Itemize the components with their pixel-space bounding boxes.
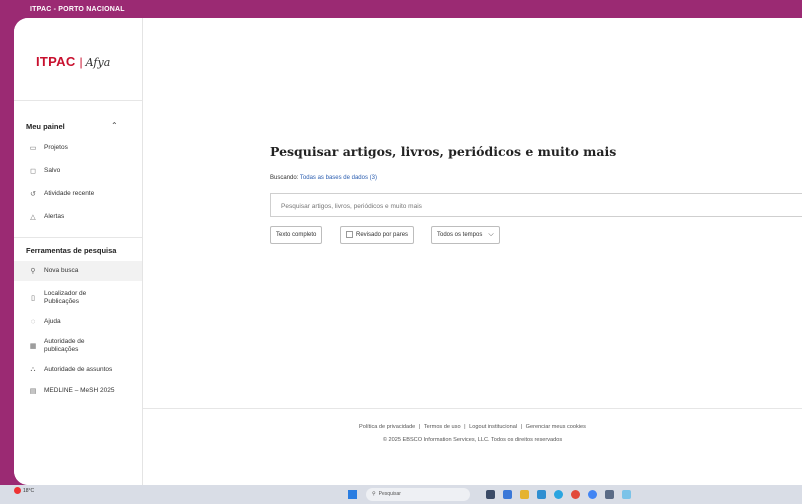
manage-cookies-link[interactable]: Gerenciar meus cookies <box>526 424 586 430</box>
sidebar-item-medline[interactable]: ▤ MEDLINE – MeSH 2025 <box>14 381 142 401</box>
chrome-icon[interactable] <box>588 490 597 499</box>
sidebar-divider <box>14 237 142 238</box>
institutional-logout-link[interactable]: Logout institucional <box>469 424 517 430</box>
app-window: ITPAC | Afya Meu painel ⌃ ▭ Projetos ◻ Sal… <box>14 18 802 485</box>
book-icon: ▤ <box>29 388 37 395</box>
checkbox-icon <box>346 230 353 238</box>
logo-brand: ITPAC <box>36 54 76 69</box>
sidebar-item-label: Localizador de Publicações <box>44 290 87 305</box>
full-text-filter-button[interactable]: Texto completo <box>270 226 323 244</box>
chevron-up-icon[interactable]: ⌃ <box>111 121 118 130</box>
scope-label: Buscando: <box>270 175 299 181</box>
document-icon: ▯ <box>31 295 35 302</box>
sidebar: ITPAC | Afya Meu painel ⌃ ▭ Projetos ◻ Sal… <box>14 18 143 485</box>
sidebar-item-atividade[interactable]: ↺ Atividade recente <box>14 184 142 204</box>
notes-icon[interactable] <box>605 490 614 499</box>
tools-title: Ferramentas de pesquisa <box>26 246 117 255</box>
search-input[interactable] <box>279 199 763 213</box>
search-icon: ⚲ <box>372 491 376 497</box>
search-box[interactable] <box>270 193 802 217</box>
taskbar-search[interactable]: ⚲ Pesquisar <box>366 488 470 501</box>
folder-icon: ◻ <box>30 168 36 175</box>
sidebar-item-label: Alertas <box>44 213 65 220</box>
terms-of-use-link[interactable]: Termos de uso <box>424 424 461 430</box>
history-icon: ↺ <box>30 191 36 198</box>
hierarchy-icon: ⛬ <box>30 366 36 373</box>
main-content: Pesquisar artigos, livros, periódicos e … <box>143 18 802 485</box>
grid-icon: ▦ <box>29 343 37 350</box>
window-caption-bar: ITPAC - PORTO NACIONAL <box>0 0 802 18</box>
taskbar-search-placeholder: Pesquisar <box>378 491 401 497</box>
sidebar-item-autoridade-assuntos[interactable]: ⛬ Autoridade de assuntos <box>14 360 142 380</box>
date-range-label: Todos os tempos <box>437 232 483 238</box>
footer-separator: | <box>418 424 421 430</box>
sidebar-item-label: Autoridade de assuntos <box>44 366 113 373</box>
sidebar-item-label: Salvo <box>44 167 61 174</box>
logo-partner: Afya <box>85 56 111 69</box>
window-caption: ITPAC - PORTO NACIONAL <box>30 6 125 13</box>
sidebar-item-nova-busca[interactable]: ⚲ Nova busca <box>14 261 142 281</box>
sidebar-item-label: MEDLINE – MeSH 2025 <box>44 387 115 394</box>
start-icon[interactable] <box>348 490 357 499</box>
bell-icon: △ <box>30 214 36 221</box>
sidebar-item-label: Ajuda <box>44 318 61 325</box>
folder-icon[interactable] <box>520 490 529 499</box>
peer-reviewed-filter-button[interactable]: Revisado por pares <box>340 226 415 244</box>
sidebar-item-label: Projetos <box>44 144 68 151</box>
date-range-dropdown[interactable]: Todos os tempos ⌵ <box>431 226 500 244</box>
sidebar-item-localizador[interactable]: ▯ Localizador de Publicações <box>14 286 142 310</box>
logo[interactable]: ITPAC | Afya <box>36 54 110 69</box>
weather-temp: 18°C <box>23 487 35 494</box>
edge-icon[interactable] <box>503 490 512 499</box>
taskbar: 18°C ⚲ Pesquisar <box>0 485 802 504</box>
sidebar-item-label: Nova busca <box>44 267 79 274</box>
search-scope: Buscando: Todas as bases de dados (3) <box>270 175 377 181</box>
app-icon[interactable] <box>622 490 631 499</box>
sidebar-item-salvo[interactable]: ◻ Salvo <box>14 161 142 181</box>
store-icon[interactable] <box>537 490 546 499</box>
footer-divider <box>143 408 802 409</box>
peer-reviewed-label: Revisado por pares <box>356 232 409 238</box>
sidebar-divider <box>14 100 142 101</box>
footer-separator: | <box>520 424 523 430</box>
weather-icon <box>14 487 21 494</box>
chevron-down-icon: ⌵ <box>488 231 494 238</box>
opera-icon[interactable] <box>571 490 580 499</box>
search-icon: ⚲ <box>30 268 36 275</box>
sidebar-item-label: Atividade recente <box>44 190 95 197</box>
task-view-icon[interactable] <box>486 490 495 499</box>
help-icon: ◌ <box>30 318 36 326</box>
sidebar-item-ajuda[interactable]: ◌ Ajuda <box>14 312 142 332</box>
sidebar-item-label: Autoridade de publicações <box>44 338 85 353</box>
privacy-policy-link[interactable]: Política de privacidade <box>359 424 415 430</box>
panel-title[interactable]: Meu painel <box>26 122 65 131</box>
logo-separator: | <box>79 55 83 69</box>
chat-icon: ▭ <box>29 145 37 152</box>
copyright: © 2025 EBSCO Information Services, LLC. … <box>382 437 563 443</box>
sidebar-item-alertas[interactable]: △ Alertas <box>14 207 142 227</box>
footer-links: Política de privacidade | Termos de uso … <box>143 424 802 430</box>
footer-separator: | <box>464 424 466 430</box>
sidebar-item-autoridade-publicacoes[interactable]: ▦ Autoridade de publicações <box>14 334 142 358</box>
weather-widget[interactable]: 18°C <box>14 487 34 494</box>
page-title: Pesquisar artigos, livros, periódicos e … <box>270 144 617 159</box>
sidebar-item-projetos[interactable]: ▭ Projetos <box>14 138 142 158</box>
database-selector-link[interactable]: Todas as bases de dados (3) <box>300 175 377 181</box>
app-icon[interactable] <box>554 490 563 499</box>
